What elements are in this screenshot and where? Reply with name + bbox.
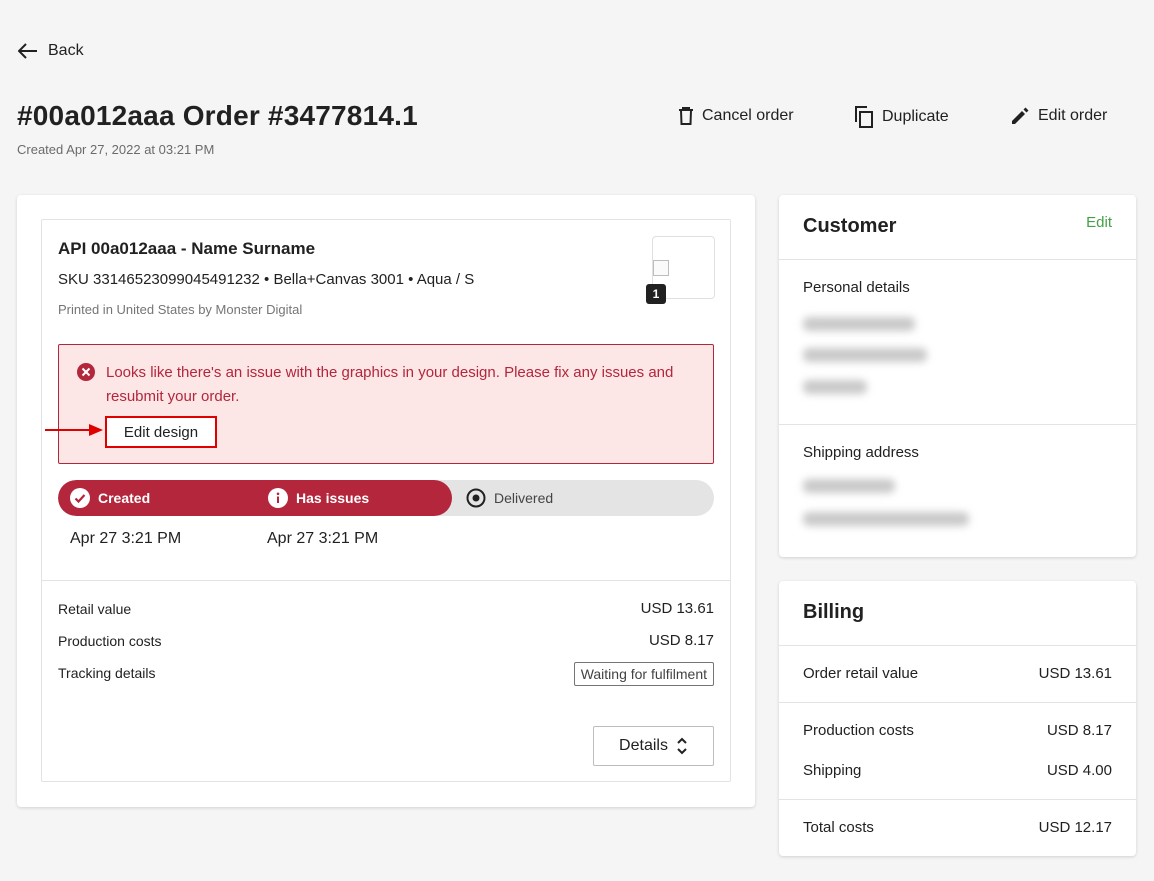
- cancel-order-label: Cancel order: [702, 107, 794, 124]
- item-printed-location: Printed in United States by Monster Digi…: [58, 302, 303, 317]
- section-divider: [42, 580, 730, 581]
- trash-icon: [679, 107, 693, 125]
- details-button[interactable]: Details: [593, 726, 714, 766]
- arrow-right-icon: [45, 424, 103, 436]
- item-title: API 00a012aaa - Name Surname: [58, 239, 316, 258]
- step-delivered-label: Delivered: [494, 490, 554, 506]
- billing-production-label: Production costs: [803, 722, 914, 739]
- shipping-address-label: Shipping address: [803, 444, 919, 461]
- details-label: Details: [619, 737, 668, 754]
- production-costs-label: Production costs: [58, 633, 162, 649]
- step-has-issues: Has issues: [268, 480, 369, 516]
- check-circle-icon: [70, 488, 90, 508]
- total-costs-label: Total costs: [803, 819, 874, 836]
- step-created-date: Apr 27 3:21 PM: [70, 530, 182, 547]
- retail-value-label: Retail value: [58, 601, 132, 617]
- redacted-email: [803, 348, 927, 362]
- order-status-tracker: Created Has issues Delivered: [58, 480, 714, 516]
- duplicate-button[interactable]: Duplicate: [854, 106, 949, 128]
- redacted-name: [803, 317, 915, 331]
- personal-details-label: Personal details: [803, 279, 910, 296]
- order-retail-label: Order retail value: [803, 665, 919, 682]
- production-costs-value: USD 8.17: [648, 632, 714, 649]
- back-label: Back: [48, 42, 84, 59]
- cancel-order-button[interactable]: Cancel order: [678, 106, 794, 126]
- edit-order-button[interactable]: Edit order: [1010, 106, 1107, 126]
- info-circle-icon: [268, 488, 288, 508]
- step-delivered: Delivered: [466, 480, 553, 516]
- item-sku: SKU 3314652309904549​1232 • Bella+Canvas…: [58, 271, 475, 288]
- page-title: #00a012aaa Order #3477814.1: [17, 100, 418, 131]
- step-created-label: Created: [98, 490, 151, 506]
- edit-order-label: Edit order: [1038, 107, 1108, 124]
- redacted-city: [803, 512, 969, 526]
- step-has-issues-label: Has issues: [296, 490, 370, 506]
- duplicate-label: Duplicate: [882, 108, 949, 125]
- tracking-status-badge: Waiting for fulfilment: [573, 662, 714, 686]
- broken-image-icon: [653, 260, 669, 276]
- unfold-icon: [677, 737, 687, 755]
- redacted-phone: [803, 380, 867, 394]
- order-retail-value: USD 13.61: [1038, 665, 1112, 682]
- order-card: API 00a012aaa - Name Surname SKU 3314652…: [17, 195, 755, 807]
- customer-edit-link[interactable]: Edit: [1086, 214, 1112, 231]
- alert-message: Looks like there's an issue with the gra…: [106, 364, 674, 405]
- customer-title: Customer: [803, 215, 897, 237]
- pencil-icon: [1012, 107, 1029, 124]
- billing-production-value: USD 8.17: [1046, 722, 1112, 739]
- redacted-street: [803, 479, 895, 493]
- created-date: Created Apr 27, 2022 at 03:21 PM: [17, 142, 215, 157]
- customer-card: Customer Edit Personal details Shipping …: [779, 195, 1136, 557]
- billing-card: Billing Order retail value USD 13.61 Pro…: [779, 581, 1136, 856]
- order-item: API 00a012aaa - Name Surname SKU 3314652…: [41, 219, 731, 782]
- step-created: Created: [70, 480, 150, 516]
- retail-value: USD 13.61: [640, 600, 714, 617]
- billing-title: Billing: [803, 601, 865, 623]
- billing-divider-2: [779, 702, 1136, 703]
- customer-divider-2: [779, 424, 1136, 425]
- billing-divider: [779, 645, 1136, 646]
- arrow-left-icon: [18, 43, 37, 59]
- error-circle-icon: [77, 363, 95, 381]
- edit-design-button[interactable]: Edit design: [105, 416, 217, 448]
- customer-divider: [779, 259, 1136, 260]
- radio-dot-icon: [466, 488, 486, 508]
- tracking-details-label: Tracking details: [58, 665, 156, 681]
- design-issue-alert: Looks like there's an issue with the gra…: [45, 344, 714, 464]
- billing-divider-3: [779, 799, 1136, 800]
- back-button[interactable]: Back: [18, 42, 84, 60]
- copy-icon: [855, 106, 873, 128]
- step-has-issues-date: Apr 27 3:21 PM: [267, 530, 379, 547]
- shipping-label: Shipping: [803, 762, 862, 779]
- quantity-badge: 1: [646, 284, 666, 304]
- total-costs-value: USD 12.17: [1038, 819, 1112, 836]
- shipping-value: USD 4.00: [1046, 762, 1112, 779]
